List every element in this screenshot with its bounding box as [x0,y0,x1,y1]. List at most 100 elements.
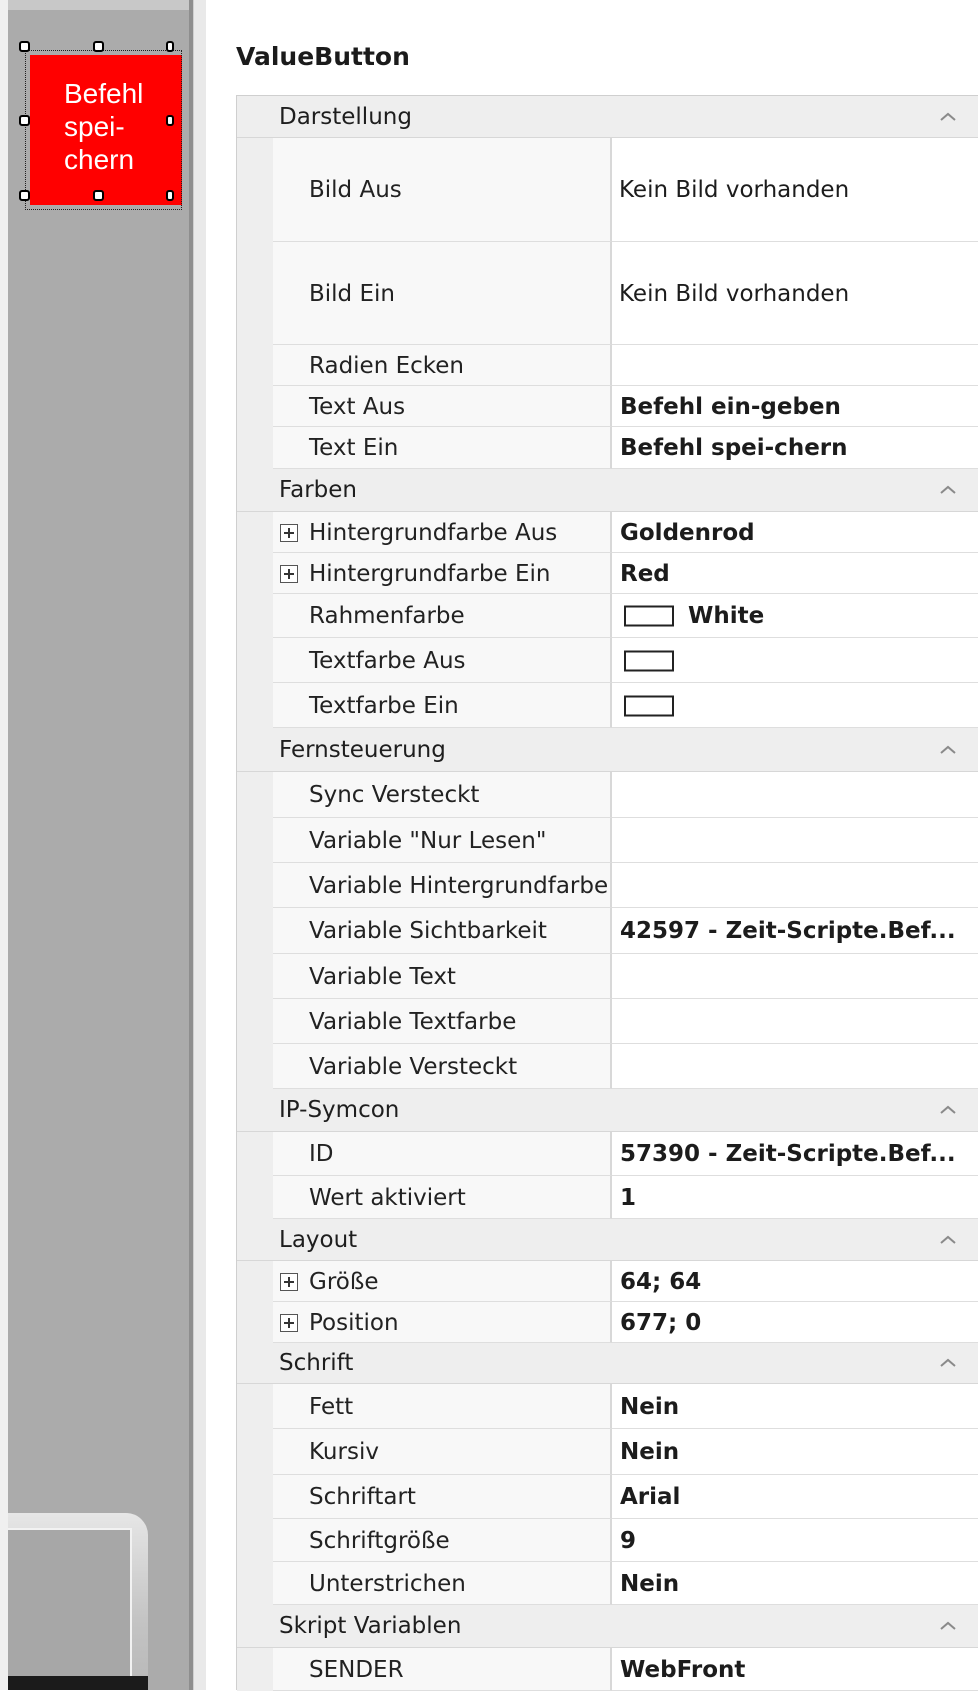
collapse-chevron-icon[interactable] [935,480,961,500]
property-name: Text Aus [309,393,406,420]
collapse-chevron-icon[interactable] [935,740,961,760]
category-label: Layout [279,1226,358,1253]
value-cell[interactable] [612,818,978,863]
value-cell[interactable] [612,999,978,1044]
resize-handle-right[interactable] [166,115,174,126]
collapse-chevron-icon[interactable] [935,1230,961,1250]
row-gutter [237,1302,273,1343]
row-gutter [237,638,273,683]
resize-handle-top-left[interactable] [19,41,30,52]
color-swatch [624,605,674,627]
row-gutter [237,683,273,728]
category-ip-symcon[interactable]: IP-Symcon [237,1089,978,1132]
row-gutter [237,512,273,553]
property-row-hintergrundfarbe-aus[interactable]: Hintergrundfarbe Aus Goldenrod [237,512,978,553]
property-row-fett[interactable]: Fett Nein [237,1384,978,1429]
collapse-chevron-icon[interactable] [935,1100,961,1120]
property-value: WebFront [620,1656,746,1683]
property-row-wert-aktiviert[interactable]: Wert aktiviert 1 [237,1176,978,1219]
category-layout[interactable]: Layout [237,1219,978,1261]
row-gutter [237,999,273,1044]
property-row-schriftart[interactable]: Schriftart Arial [237,1475,978,1519]
property-row-schriftgroesse[interactable]: Schriftgröße 9 [237,1519,978,1562]
value-cell[interactable] [612,1044,978,1089]
property-value: Nein [620,1393,680,1420]
property-row-variable-hintergrundfarbe[interactable]: Variable Hintergrundfarbe [237,863,978,908]
property-value: Befehl ein-geben [620,393,841,420]
collapse-chevron-icon[interactable] [935,1353,961,1373]
property-row-sync-versteckt[interactable]: Sync Versteckt [237,772,978,818]
property-name: SENDER [309,1656,404,1683]
resize-handle-top[interactable] [93,41,104,52]
category-darstellung[interactable]: Darstellung [237,96,978,138]
property-row-variable-versteckt[interactable]: Variable Versteckt [237,1044,978,1089]
panel-title: ValueButton [236,42,410,71]
row-gutter [237,138,273,242]
row-gutter [237,1044,273,1089]
canvas-left-edge [0,0,8,1690]
property-row-sender[interactable]: SENDER WebFront [237,1648,978,1691]
property-row-radien-ecken[interactable]: Radien Ecken [237,345,978,386]
design-canvas[interactable] [0,0,189,1690]
property-row-variable-text[interactable]: Variable Text [237,954,978,999]
property-row-variable-textfarbe[interactable]: Variable Textfarbe [237,999,978,1044]
property-row-position[interactable]: Position 677; 0 [237,1302,978,1343]
expand-plus-icon[interactable] [280,1313,298,1332]
property-row-variable-nur-lesen[interactable]: Variable "Nur Lesen" [237,818,978,863]
row-gutter [237,1429,273,1475]
property-row-unterstrichen[interactable]: Unterstrichen Nein [237,1562,978,1605]
row-gutter [237,954,273,999]
property-row-bild-ein[interactable]: Bild Ein Kein Bild vorhanden [237,242,978,345]
row-gutter [237,1261,273,1302]
resize-handle-left[interactable] [19,115,30,126]
row-gutter [237,863,273,908]
property-row-variable-sichtbarkeit[interactable]: Variable Sichtbarkeit 42597 - Zeit-Scrip… [237,908,978,954]
expand-plus-icon[interactable] [280,523,298,542]
property-row-text-aus[interactable]: Text Aus Befehl ein-geben [237,386,978,427]
property-name: Rahmenfarbe [309,603,465,629]
value-cell[interactable] [612,1519,978,1562]
category-schrift[interactable]: Schrift [237,1343,978,1384]
category-farben[interactable]: Farben [237,469,978,512]
row-gutter [237,1475,273,1519]
canvas-control-inner [8,1528,132,1690]
collapse-chevron-icon[interactable] [935,107,961,127]
property-value: 42597 - Zeit-Scripte.Bef... [620,918,956,944]
resize-handle-top-right[interactable] [166,41,174,52]
category-label: Skript Variablen [279,1613,462,1639]
resize-handle-bottom-right[interactable] [166,190,174,201]
property-name: Hintergrundfarbe Aus [309,519,558,546]
row-gutter [237,553,273,594]
collapse-chevron-icon[interactable] [935,1616,961,1636]
property-grid[interactable]: Darstellung Bild Aus Kein Bild vorhanden… [236,95,978,1691]
property-row-textfarbe-aus[interactable]: Textfarbe Aus [237,638,978,683]
property-row-kursiv[interactable]: Kursiv Nein [237,1429,978,1475]
property-row-hintergrundfarbe-ein[interactable]: Hintergrundfarbe Ein Red [237,553,978,594]
row-gutter [237,1648,273,1691]
value-cell[interactable] [612,1176,978,1219]
row-gutter [237,1176,273,1219]
resize-handle-bottom-left[interactable] [19,190,30,201]
value-cell[interactable] [612,863,978,908]
category-skript-variablen[interactable]: Skript Variablen [237,1605,978,1648]
property-row-textfarbe-ein[interactable]: Textfarbe Ein [237,683,978,728]
property-row-rahmenfarbe[interactable]: Rahmenfarbe White [237,594,978,638]
property-row-bild-aus[interactable]: Bild Aus Kein Bild vorhanden [237,138,978,242]
value-cell[interactable] [612,954,978,999]
row-gutter [237,242,273,345]
property-row-id[interactable]: ID 57390 - Zeit-Scripte.Bef... [237,1132,978,1176]
value-cell[interactable] [612,772,978,818]
value-cell[interactable] [612,345,978,386]
row-gutter [237,1132,273,1176]
property-row-text-ein[interactable]: Text Ein Befehl spei-chern [237,427,978,469]
expand-plus-icon[interactable] [280,564,298,583]
expand-plus-icon[interactable] [280,1272,298,1291]
property-name: Schriftart [309,1484,416,1510]
property-value: Befehl spei-chern [620,435,848,461]
category-fernsteuerung[interactable]: Fernsteuerung [237,728,978,772]
property-row-groesse[interactable]: Größe 64; 64 [237,1261,978,1302]
property-value: 677; 0 [620,1309,702,1336]
resize-handle-bottom[interactable] [93,190,104,201]
canvas-top-edge [0,0,189,10]
splitter-light[interactable] [193,0,206,1690]
